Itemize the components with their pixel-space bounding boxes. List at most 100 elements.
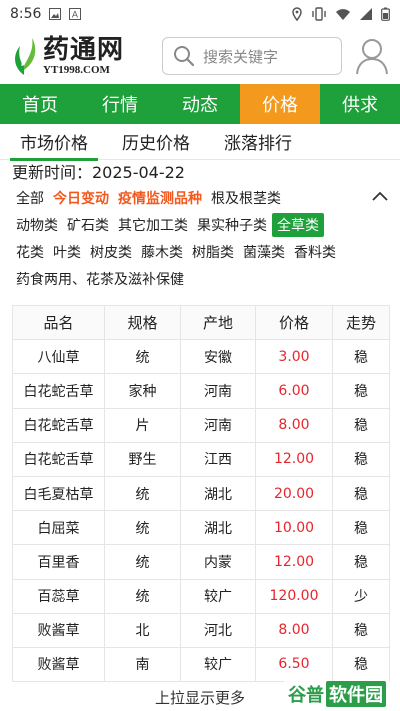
nav-supply-label: 供求 [342,95,378,116]
col-origin: 产地 [180,304,256,341]
cat-animal[interactable]: 动物类 [12,213,62,237]
cell-price: 120.00 [255,578,333,614]
cell-price: 12.00 [255,544,333,580]
cell-name: 白花蛇舌草 [12,407,105,443]
cat-resin[interactable]: 树脂类 [188,240,238,264]
cell-name: 百里香 [12,544,105,580]
cell-trend: 少 [332,578,390,614]
nav-market-label: 行情 [102,95,138,116]
nav-market[interactable]: 行情 [80,84,160,124]
search-placeholder: 搜索关键字 [203,47,279,66]
cat-fruit-seed[interactable]: 果实种子类 [193,213,271,237]
category-row: 药食两用、花茶及滋补保健 [12,265,390,292]
cell-origin: 河南 [180,407,256,443]
table-row[interactable]: 败酱草北河北 8.00 稳 [12,612,390,648]
nav-news[interactable]: 动态 [160,84,240,124]
cat-epidemic-monitor[interactable]: 疫情监测品种 [114,186,206,210]
cell-name: 败酱草 [12,612,105,648]
cell-origin: 湖北 [180,510,256,546]
table-row[interactable]: 白毛夏枯草统湖北 20.00 稳 [12,475,390,512]
cat-vine-wood[interactable]: 藤木类 [137,240,187,264]
cell-price: 6.50 [255,646,333,683]
tab-history-price[interactable]: 历史价格 [112,124,200,160]
logo[interactable]: 药通网 YT1998.COM [10,36,150,76]
collapse-button[interactable] [370,186,390,206]
cell-spec: 统 [104,578,181,614]
tab-market-price[interactable]: 市场价格 [10,124,98,161]
cell-origin: 内蒙 [180,544,256,580]
cat-roots[interactable]: 根及根茎类 [207,186,285,210]
cell-origin: 河南 [180,373,256,409]
col-spec: 规格 [104,304,181,341]
cell-name: 白毛夏枯草 [12,475,105,512]
search-icon [174,46,195,67]
cat-bark[interactable]: 树皮类 [86,240,136,264]
chevron-up-icon [372,191,388,201]
cat-today-changes[interactable]: 今日变动 [49,186,113,210]
cell-price: 8.00 [255,407,333,443]
cell-trend: 稳 [332,612,390,648]
cat-all[interactable]: 全部 [12,186,48,210]
leaf-logo-icon [15,38,36,75]
watermark: 谷普 软件园 [284,681,390,707]
cell-origin: 较广 [180,578,256,614]
table-row[interactable]: 白花蛇舌草片河南 8.00 稳 [12,407,390,443]
logo-title: 药通网 [43,34,125,65]
cell-trend: 稳 [332,544,390,580]
cell-price: 3.00 [255,339,333,375]
cat-food-medicine[interactable]: 药食两用、花茶及滋补保健 [12,267,188,291]
wifi-icon [336,9,350,20]
cell-origin: 江西 [180,441,256,477]
cat-flower[interactable]: 花类 [12,240,48,264]
cell-trend: 稳 [332,475,390,512]
cell-origin: 安徽 [180,339,256,375]
cat-spice[interactable]: 香料类 [290,240,340,264]
table-row[interactable]: 白花蛇舌草 野生 江西 12.00 稳 [12,441,390,477]
cell-trend: 稳 [332,646,390,683]
cat-other-processed[interactable]: 其它加工类 [114,213,192,237]
tab-ranking[interactable]: 涨落排行 [214,124,302,160]
table-row[interactable]: 百里香统内蒙 12.00 稳 [12,544,390,580]
nav-home[interactable]: 首页 [0,84,80,124]
cell-name: 白花蛇舌草 [12,441,105,477]
a-badge-icon: A [69,8,82,20]
update-time-text: 更新时间：2025-04-22 [12,163,185,182]
search-input[interactable]: 搜索关键字 [162,37,342,75]
cell-spec: 统 [104,475,181,512]
table-row[interactable]: 八仙草统安徽 3.00 稳 [12,339,390,375]
nav-supply[interactable]: 供求 [320,84,400,124]
cell-spec: 统 [104,339,181,375]
cell-spec: 片 [104,407,181,443]
cat-fungi-algae[interactable]: 菌藻类 [239,240,289,264]
cell-price: 20.00 [255,475,333,512]
logo-domain: YT1998.COM [43,63,110,76]
cat-mineral[interactable]: 矿石类 [63,213,113,237]
table-row[interactable]: 百蕊草统较广 120.00 少 [12,578,390,614]
cell-name: 白屈菜 [12,510,105,546]
cell-spec: 南 [104,646,181,683]
user-button[interactable] [354,36,390,76]
col-name: 品名 [12,304,105,341]
table-header-row: 品名 规格 产地 价格 走势 [12,304,390,341]
table-row[interactable]: 败酱草南较广 6.50 稳 [12,646,390,683]
cell-price: 10.00 [255,510,333,546]
cell-price: 8.00 [255,612,333,648]
table-row[interactable]: 白花蛇舌草 家种 河南 6.00 稳 [12,373,390,409]
cell-spec: 野生 [104,441,181,477]
nav-price-label: 价格 [262,95,298,116]
cat-whole-herb[interactable]: 全草类 [272,212,324,237]
nav-price[interactable]: 价格 [240,84,320,124]
cell-trend: 稳 [332,441,390,477]
watermark-text-2: 软件园 [326,681,386,707]
table-row[interactable]: 白屈菜统湖北 10.00 稳 [12,510,390,546]
cell-name: 败酱草 [12,646,105,683]
cell-trend: 稳 [332,373,390,409]
image-icon [49,8,62,20]
cell-trend: 稳 [332,510,390,546]
category-row: 花类 叶类 树皮类 藤木类 树脂类 菌藻类 香料类 [12,238,390,265]
cell-name: 八仙草 [12,339,105,375]
cat-leaf[interactable]: 叶类 [49,240,85,264]
cell-name: 白花蛇舌草 [12,373,105,409]
cell-trend: 稳 [332,339,390,375]
cell-spec: 统 [104,510,181,546]
